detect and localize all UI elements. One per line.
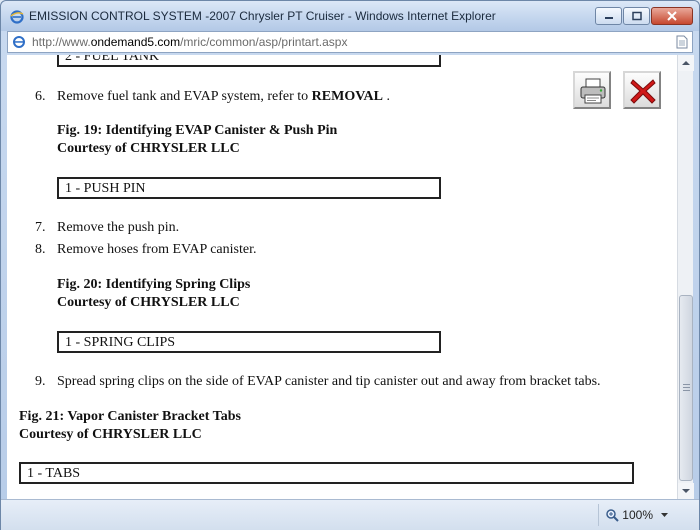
figure-21-caption: Fig. 21: Vapor Canister Bracket Tabs Cou…	[19, 408, 241, 444]
figure-courtesy: Courtesy of CHRYSLER LLC	[57, 295, 240, 310]
vertical-scrollbar[interactable]	[677, 55, 694, 499]
close-x-icon	[630, 79, 656, 104]
step-text-end: .	[382, 89, 390, 104]
figure-title: Fig. 21: Vapor Canister Bracket Tabs	[19, 409, 241, 424]
removal-link[interactable]: REMOVAL	[312, 89, 383, 104]
step-text: Spread spring clips on the side of EVAP …	[57, 374, 601, 389]
url-path: /mric/common/asp/printart.aspx	[180, 35, 348, 49]
tabs-label: 1 - TABS	[27, 466, 81, 481]
ie-page-icon	[13, 36, 25, 48]
chevron-down-icon[interactable]	[660, 512, 669, 518]
figure-19-caption: Fig. 19: Identifying EVAP Canister & Pus…	[57, 122, 337, 158]
close-icon	[667, 11, 677, 21]
url-domain: ondemand5.com	[90, 35, 181, 49]
arrow-up-icon	[682, 61, 690, 65]
window-close-button[interactable]	[651, 7, 693, 25]
figure-title: Fig. 20: Identifying Spring Clips	[57, 277, 251, 292]
step-text: Remove the push pin.	[57, 220, 180, 235]
scrollbar-thumb[interactable]	[679, 295, 693, 481]
tabs-label-box: 1 - TABS	[19, 462, 634, 484]
zoom-magnifier-icon	[606, 509, 619, 522]
step-text: Remove hoses from EVAP canister.	[57, 242, 257, 257]
url-prefix: http://www.	[32, 35, 91, 49]
browser-window: EMISSION CONTROL SYSTEM -2007 Chrysler P…	[0, 0, 700, 530]
push-pin-label-box: 1 - PUSH PIN	[57, 177, 441, 199]
minimize-icon	[604, 17, 613, 19]
title-bar: EMISSION CONTROL SYSTEM -2007 Chrysler P…	[1, 1, 699, 31]
fuel-tank-label-box: 2 - FUEL TANK	[57, 55, 441, 67]
step-number: 9.	[35, 374, 46, 389]
close-page-button[interactable]	[623, 71, 661, 109]
step-number: 8.	[35, 242, 46, 257]
status-bar: 100%	[1, 499, 699, 530]
figure-20-caption: Fig. 20: Identifying Spring Clips Courte…	[57, 276, 250, 312]
scroll-down-button[interactable]	[678, 483, 694, 499]
step-number: 7.	[35, 220, 46, 235]
step-8: 8. Remove hoses from EVAP canister.	[35, 242, 256, 258]
maximize-button[interactable]	[623, 7, 650, 25]
step-number: 6.	[35, 89, 46, 104]
maximize-icon	[631, 11, 642, 21]
fuel-tank-label: 2 - FUEL TANK	[65, 55, 160, 64]
step-9: 9. Spread spring clips on the side of EVA…	[35, 374, 601, 390]
arrow-down-icon	[682, 489, 690, 493]
spring-clips-label-box: 1 - SPRING CLIPS	[57, 331, 441, 353]
address-bar[interactable]: http://www.ondemand5.com/mric/common/asp…	[7, 31, 693, 53]
page-content: 2 - FUEL TANK 6. Remove fuel tank and EVA…	[7, 55, 677, 499]
scroll-up-button[interactable]	[678, 55, 694, 71]
window-title: EMISSION CONTROL SYSTEM -2007 Chrysler P…	[29, 9, 496, 23]
zoom-level[interactable]: 100%	[622, 508, 653, 522]
ie-logo-icon	[10, 10, 24, 24]
step-6: 6. Remove fuel tank and EVAP system, refe…	[35, 89, 390, 105]
minimize-button[interactable]	[595, 7, 622, 25]
printer-icon	[580, 78, 606, 104]
print-button[interactable]	[573, 71, 611, 109]
spring-clips-label: 1 - SPRING CLIPS	[65, 335, 176, 350]
url-text: http://www.ondemand5.com/mric/common/asp…	[32, 35, 347, 49]
push-pin-label: 1 - PUSH PIN	[65, 181, 146, 196]
page-status-icon	[676, 35, 688, 49]
step-7: 7. Remove the push pin.	[35, 220, 179, 236]
figure-courtesy: Courtesy of CHRYSLER LLC	[57, 141, 240, 156]
step-text: Remove fuel tank and EVAP system, refer …	[57, 89, 312, 104]
figure-courtesy: Courtesy of CHRYSLER LLC	[19, 427, 202, 442]
figure-title: Fig. 19: Identifying EVAP Canister & Pus…	[57, 123, 338, 138]
